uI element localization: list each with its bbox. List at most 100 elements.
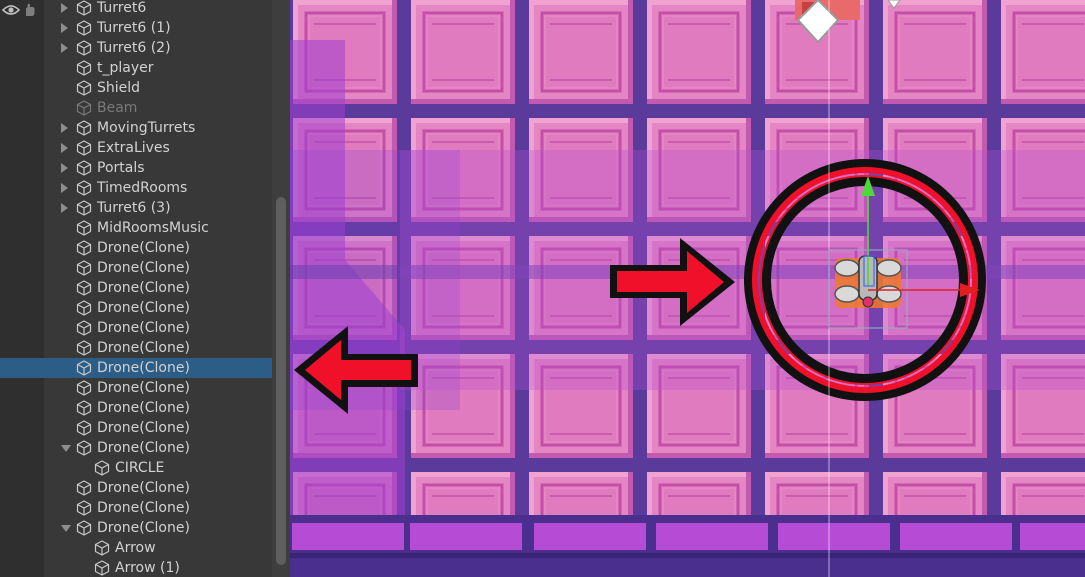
hierarchy-item[interactable]: TimedRooms [0, 178, 272, 198]
hierarchy-item[interactable]: Shield [0, 78, 272, 98]
hierarchy-item-label: Arrow (1) [115, 560, 180, 576]
foldout-closed-icon[interactable] [61, 23, 68, 33]
hierarchy-item[interactable]: Drone(Clone) [0, 338, 272, 358]
cube-icon [94, 540, 110, 556]
cube-icon [76, 240, 92, 256]
hierarchy-item[interactable]: Drone(Clone) [0, 418, 272, 438]
hierarchy-item[interactable]: Drone(Clone) [0, 298, 272, 318]
hierarchy-item[interactable]: Drone(Clone) [0, 378, 272, 398]
hierarchy-item[interactable]: Drone(Clone) [0, 318, 272, 338]
hierarchy-item[interactable]: Drone(Clone) [0, 398, 272, 418]
cube-icon [76, 520, 92, 536]
foldout-open-icon[interactable] [61, 525, 71, 532]
hierarchy-item[interactable]: Beam [0, 98, 272, 118]
foldout-closed-icon[interactable] [61, 183, 68, 193]
hierarchy-item[interactable]: Turret6 (2) [0, 38, 272, 58]
hierarchy-item-label: Portals [97, 160, 145, 176]
foldout-open-icon[interactable] [61, 445, 71, 452]
cube-icon [76, 60, 92, 76]
hierarchy-item[interactable]: Drone(Clone) [0, 438, 272, 458]
hierarchy-item[interactable]: Drone(Clone) [0, 238, 272, 258]
hierarchy-item-label: CIRCLE [115, 460, 165, 476]
cube-icon [76, 100, 92, 116]
hierarchy-item[interactable]: Arrow (1) [0, 558, 272, 577]
cube-icon [76, 180, 92, 196]
cube-icon [76, 400, 92, 416]
hierarchy-item-label: Arrow [115, 540, 156, 556]
hierarchy-item[interactable]: Drone(Clone) [0, 478, 272, 498]
hierarchy-item[interactable]: Turret6 [0, 0, 272, 18]
cube-icon [76, 500, 92, 516]
hierarchy-item-label: Turret6 (3) [97, 200, 171, 216]
cube-icon [76, 360, 92, 376]
hierarchy-scrollbar[interactable] [272, 0, 290, 577]
hierarchy-item-label: Drone(Clone) [97, 400, 190, 416]
scene-canvas[interactable] [290, 0, 1085, 577]
foldout-closed-icon[interactable] [61, 123, 68, 133]
hierarchy-item-label: Drone(Clone) [97, 480, 190, 496]
cube-icon [76, 440, 92, 456]
foldout-closed-icon[interactable] [61, 203, 68, 213]
hierarchy-item-label: Drone(Clone) [97, 280, 190, 296]
hierarchy-item[interactable]: MidRoomsMusic [0, 218, 272, 238]
hierarchy-item-label: Drone(Clone) [97, 420, 190, 436]
hierarchy-item[interactable]: Drone(Clone) [0, 258, 272, 278]
hierarchy-item-label: Drone(Clone) [97, 340, 190, 356]
hierarchy-item-label: Turret6 (2) [97, 40, 171, 56]
hierarchy-item-label: Drone(Clone) [97, 380, 190, 396]
hierarchy-item[interactable]: CIRCLE [0, 458, 272, 478]
foldout-closed-icon[interactable] [61, 163, 68, 173]
hierarchy-item-label: TimedRooms [97, 180, 188, 196]
hierarchy-item[interactable]: Turret6 (3) [0, 198, 272, 218]
hierarchy-item-label: Drone(Clone) [97, 260, 190, 276]
cube-icon [76, 340, 92, 356]
hierarchy-item[interactable]: MovingTurrets [0, 118, 272, 138]
cube-icon [76, 420, 92, 436]
hierarchy-item[interactable]: Portals [0, 158, 272, 178]
hierarchy-item[interactable]: Drone(Clone) [0, 518, 272, 538]
foldout-closed-icon[interactable] [61, 143, 68, 153]
cube-icon [76, 280, 92, 296]
cube-icon [76, 20, 92, 36]
floor-border-strip [290, 515, 1085, 577]
hierarchy-item[interactable]: Arrow [0, 538, 272, 558]
hierarchy-item[interactable]: t_player [0, 58, 272, 78]
scrollbar-thumb[interactable] [276, 197, 286, 565]
hierarchy-item-label: Drone(Clone) [97, 320, 190, 336]
cube-icon [76, 0, 92, 16]
hierarchy-item-label: Drone(Clone) [97, 240, 190, 256]
hierarchy-item-label: Beam [97, 100, 138, 116]
cube-icon [76, 160, 92, 176]
cube-icon [76, 380, 92, 396]
hierarchy-item-label: Turret6 [97, 0, 147, 16]
cube-icon [76, 120, 92, 136]
cube-icon [76, 140, 92, 156]
cube-icon [76, 80, 92, 96]
hierarchy-item-label: Turret6 (1) [97, 20, 171, 36]
hierarchy-item-label: t_player [97, 60, 154, 76]
cube-icon [76, 320, 92, 336]
hierarchy-panel: Turret6 Turret6 (1) Turret6 (2) t_player Shi… [0, 0, 290, 577]
hierarchy-item[interactable]: Turret6 (1) [0, 18, 272, 38]
hierarchy-item-label: MidRoomsMusic [97, 220, 209, 236]
cube-icon [76, 200, 92, 216]
cube-icon [76, 300, 92, 316]
hierarchy-item-label: Drone(Clone) [97, 300, 190, 316]
foldout-closed-icon[interactable] [61, 3, 68, 13]
cube-icon [94, 560, 110, 576]
scene-view[interactable] [290, 0, 1085, 577]
hierarchy-item[interactable]: Drone(Clone) [0, 278, 272, 298]
hierarchy-item-label: Drone(Clone) [97, 440, 190, 456]
foldout-closed-icon[interactable] [61, 43, 68, 53]
cube-icon [94, 460, 110, 476]
cube-icon [76, 40, 92, 56]
hierarchy-item-label: Drone(Clone) [97, 500, 190, 516]
cube-icon [76, 260, 92, 276]
hierarchy-item-label: Drone(Clone) [97, 520, 190, 536]
hierarchy-item[interactable]: Drone(Clone) [0, 358, 272, 378]
hierarchy-item[interactable]: Drone(Clone) [0, 498, 272, 518]
cube-icon [76, 480, 92, 496]
hierarchy-item-label: Drone(Clone) [97, 360, 190, 376]
hierarchy-item-label: Shield [97, 80, 141, 96]
hierarchy-item[interactable]: ExtraLives [0, 138, 272, 158]
